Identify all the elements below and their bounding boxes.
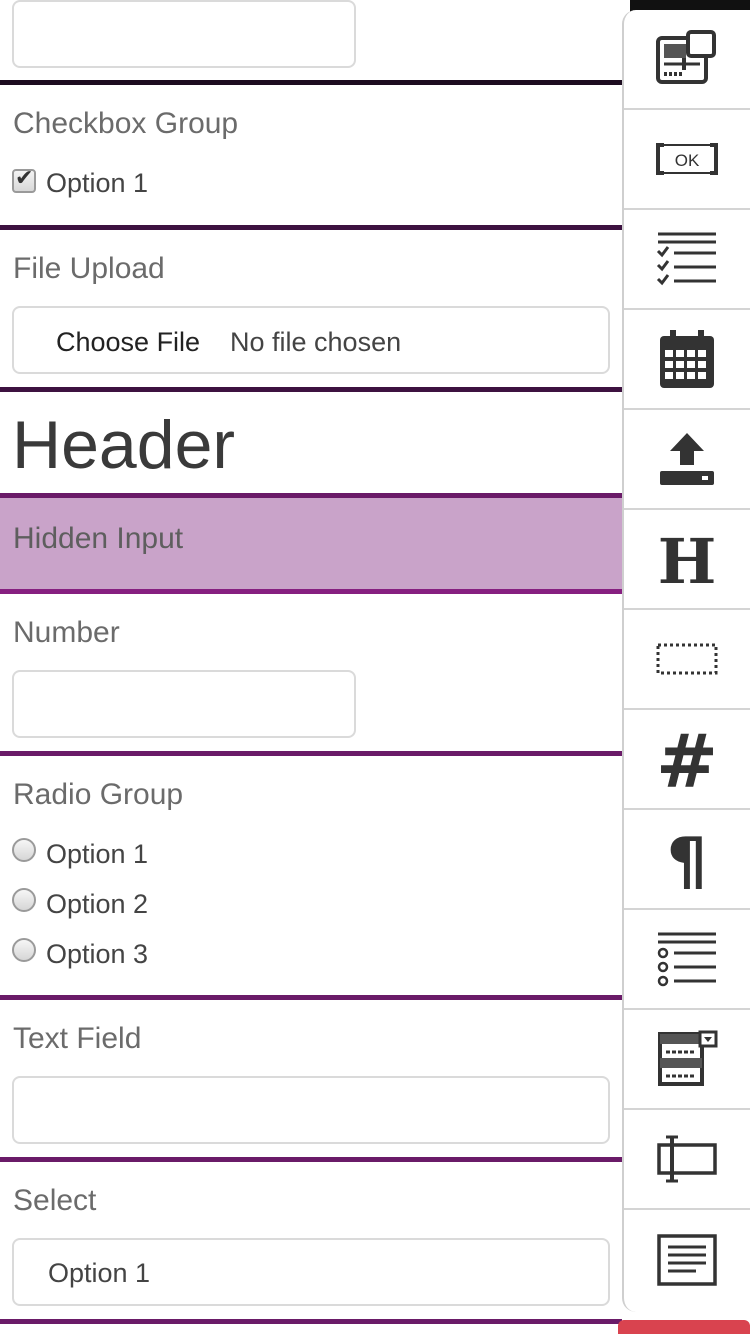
calendar-icon (660, 330, 714, 388)
file-upload-input[interactable]: Choose File No file chosen (12, 306, 610, 374)
hidden-input-icon (656, 643, 718, 675)
field-autocomplete[interactable] (0, 0, 622, 85)
checkbox-option-1[interactable]: ✔ Option 1 (12, 167, 148, 199)
checkbox[interactable]: ✔ (12, 165, 36, 193)
text-field-input[interactable] (12, 1076, 610, 1144)
checkmark-icon: ✔ (15, 165, 34, 190)
toolbar-autocomplete[interactable] (624, 10, 750, 110)
file-upload-label: File Upload (13, 252, 165, 285)
toolbar-select[interactable] (624, 1010, 750, 1110)
form-stage: Checkbox Group ✔ Option 1 File Upload Ch… (0, 0, 622, 1334)
select-value: Option 1 (48, 1258, 151, 1288)
field-hidden-input[interactable]: Hidden Input (0, 498, 622, 594)
file-upload-icon (660, 433, 714, 485)
radio-group-icon (657, 932, 716, 987)
control-toolbar: OK H # ¶ (622, 10, 750, 1312)
field-file-upload[interactable]: File Upload Choose File No file chosen (0, 230, 622, 392)
field-select[interactable]: Select Option 1 (0, 1162, 622, 1324)
file-status-text: No file chosen (230, 327, 402, 357)
toolbar-paragraph[interactable]: ¶ (624, 810, 750, 910)
text-field-icon (657, 1135, 717, 1183)
bottom-action-tab[interactable] (618, 1320, 750, 1334)
radio-option-2[interactable]: Option 2 (12, 888, 148, 920)
select-label: Select (13, 1184, 97, 1217)
autocomplete-input[interactable] (12, 0, 356, 68)
toolbar-header[interactable]: H (624, 510, 750, 610)
header-icon: H (658, 531, 717, 587)
radio-option-label: Option 3 (46, 938, 149, 969)
text-field-label: Text Field (13, 1022, 142, 1055)
number-input[interactable] (12, 670, 356, 738)
svg-text:OK: OK (675, 151, 700, 170)
hidden-input-label: Hidden Input (13, 522, 184, 555)
radio-button[interactable] (12, 888, 36, 912)
select-icon (658, 1030, 718, 1086)
radio-option-1[interactable]: Option 1 (12, 838, 148, 870)
header-text: Header (12, 407, 236, 483)
checkbox-group-icon (656, 232, 716, 286)
number-label: Number (13, 616, 120, 649)
radio-button[interactable] (12, 938, 36, 962)
toolbar-hidden-input[interactable] (624, 610, 750, 710)
field-text-field[interactable]: Text Field (0, 1000, 622, 1162)
paragraph-icon: ¶ (667, 829, 708, 889)
select-input[interactable]: Option 1 (12, 1238, 610, 1306)
toolbar-checkbox-group[interactable] (624, 210, 750, 310)
choose-file-button[interactable]: Choose File (56, 327, 200, 358)
toolbar-number[interactable]: # (624, 710, 750, 810)
button-icon: OK (656, 143, 718, 175)
svg-text:¶: ¶ (667, 829, 708, 889)
number-icon: # (657, 727, 717, 791)
toolbar-button[interactable]: OK (624, 110, 750, 210)
checkbox-group-label: Checkbox Group (13, 107, 239, 140)
svg-text:H: H (658, 531, 717, 587)
field-header[interactable]: Header (0, 392, 622, 498)
radio-group-label: Radio Group (13, 778, 184, 811)
toolbar-date[interactable] (624, 310, 750, 410)
toolbar-textarea[interactable] (624, 1210, 750, 1310)
checkbox-option-label: Option 1 (46, 167, 149, 198)
radio-option-label: Option 2 (46, 888, 149, 919)
autocomplete-icon (656, 30, 716, 84)
svg-text:#: # (657, 727, 717, 791)
field-number[interactable]: Number (0, 594, 622, 756)
textarea-icon (657, 1234, 717, 1286)
radio-option-label: Option 1 (46, 838, 149, 869)
radio-option-3[interactable]: Option 3 (12, 938, 148, 970)
toolbar-file-upload[interactable] (624, 410, 750, 510)
field-checkbox-group[interactable]: Checkbox Group ✔ Option 1 (0, 85, 622, 230)
toolbar-radio-group[interactable] (624, 910, 750, 1010)
toolbar-text-field[interactable] (624, 1110, 750, 1210)
field-radio-group[interactable]: Radio Group Option 1 Option 2 Option 3 (0, 756, 622, 1000)
radio-button[interactable] (12, 838, 36, 862)
